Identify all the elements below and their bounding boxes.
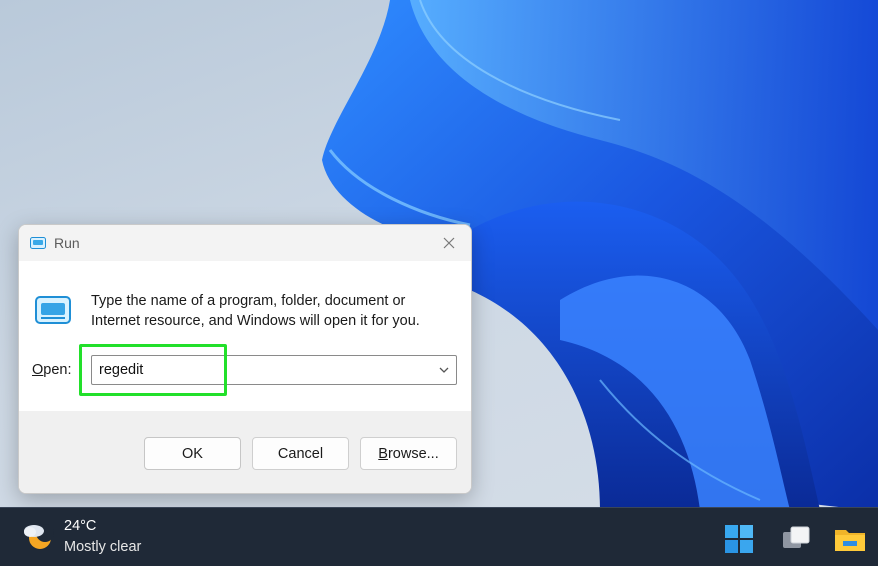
windows-start-icon[interactable]: [723, 523, 755, 555]
cancel-button[interactable]: Cancel: [252, 437, 349, 470]
task-view-icon[interactable]: [780, 523, 812, 555]
chevron-down-icon[interactable]: [438, 364, 450, 376]
run-icon: [30, 237, 46, 249]
close-button[interactable]: [437, 231, 461, 255]
open-label: Open:: [32, 362, 72, 378]
weather-temperature[interactable]: 24°C: [64, 518, 96, 534]
open-label-accesskey: O: [32, 362, 44, 378]
run-icon: [35, 296, 71, 324]
file-explorer-icon[interactable]: [834, 523, 866, 555]
dialog-description: Type the name of a program, folder, docu…: [91, 293, 420, 329]
browse-button-label: rowse...: [387, 445, 439, 462]
browse-accesskey: B: [378, 445, 388, 462]
run-dialog: Run Type the name of a program, folder, …: [18, 224, 472, 494]
weather-condition[interactable]: Mostly clear: [64, 539, 141, 555]
weather-icon[interactable]: [22, 520, 56, 552]
close-icon: [443, 237, 455, 249]
ok-button[interactable]: OK: [144, 437, 241, 470]
input-highlight-box: [79, 344, 227, 396]
dialog-titlebar[interactable]: Run: [19, 225, 471, 261]
browse-button[interactable]: Browse...: [360, 437, 457, 470]
dialog-content: Type the name of a program, folder, docu…: [19, 261, 471, 411]
dialog-footer: OK Cancel Browse...: [19, 411, 471, 493]
taskbar: 24°C Mostly clear: [0, 507, 878, 566]
open-label-text: pen:: [43, 362, 72, 378]
dialog-title: Run: [54, 235, 80, 251]
ok-button-label: OK: [182, 445, 203, 462]
cancel-button-label: Cancel: [277, 445, 324, 462]
